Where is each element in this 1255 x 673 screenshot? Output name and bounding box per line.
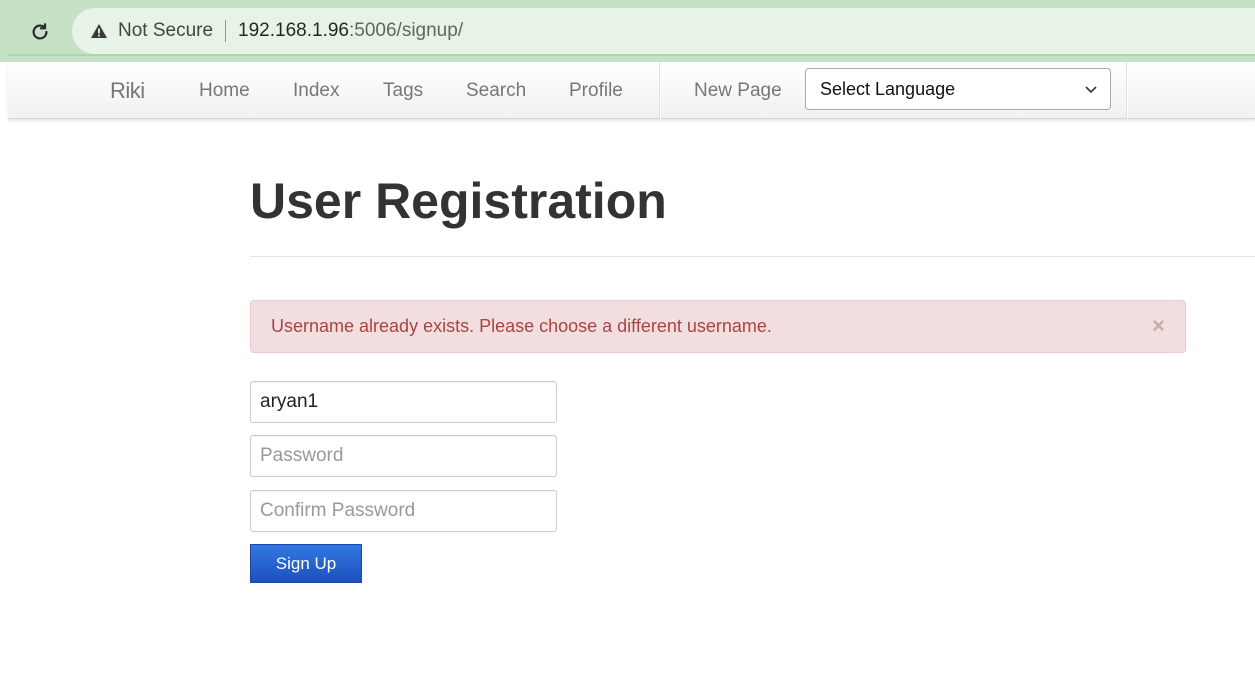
nav-divider xyxy=(1126,62,1127,119)
address-separator xyxy=(225,20,227,42)
username-input[interactable] xyxy=(250,381,557,423)
nav-divider xyxy=(659,62,660,119)
browser-toolbar: Not Secure 192.168.1.96 :5006/signup/ xyxy=(0,0,1255,62)
reload-icon xyxy=(32,23,48,40)
alert-message: Username already exists. Please choose a… xyxy=(271,316,772,336)
address-bar[interactable]: Not Secure 192.168.1.96 :5006/signup/ xyxy=(72,8,1255,54)
password-input[interactable] xyxy=(250,435,557,477)
url-host: 192.168.1.96 xyxy=(238,20,349,41)
sign-up-button[interactable]: Sign Up xyxy=(250,544,362,583)
reload-button[interactable] xyxy=(22,14,58,50)
site-navbar: Riki Home Index Tags Search Profile New … xyxy=(8,62,1255,119)
page-title: User Registration xyxy=(250,173,667,229)
warning-icon xyxy=(90,23,108,39)
nav-new-page[interactable]: New Page xyxy=(694,80,782,102)
confirm-password-input[interactable] xyxy=(250,490,557,532)
nav-profile[interactable]: Profile xyxy=(569,80,623,102)
nav-index[interactable]: Index xyxy=(293,80,339,102)
url-path: :5006/signup/ xyxy=(349,20,464,41)
nav-tags[interactable]: Tags xyxy=(383,80,423,102)
brand-logo[interactable]: Riki xyxy=(110,78,145,104)
close-icon[interactable]: × xyxy=(1152,315,1165,337)
nav-home[interactable]: Home xyxy=(199,80,250,102)
toolbar-bottom-edge xyxy=(8,54,1255,62)
security-status[interactable]: Not Secure xyxy=(118,20,213,42)
language-select-value: Select Language xyxy=(820,78,956,99)
error-alert: Username already exists. Please choose a… xyxy=(250,300,1186,353)
nav-search[interactable]: Search xyxy=(466,80,526,102)
language-select[interactable]: Select Language xyxy=(805,68,1111,110)
title-divider xyxy=(250,256,1255,257)
chevron-down-icon xyxy=(1085,86,1097,94)
